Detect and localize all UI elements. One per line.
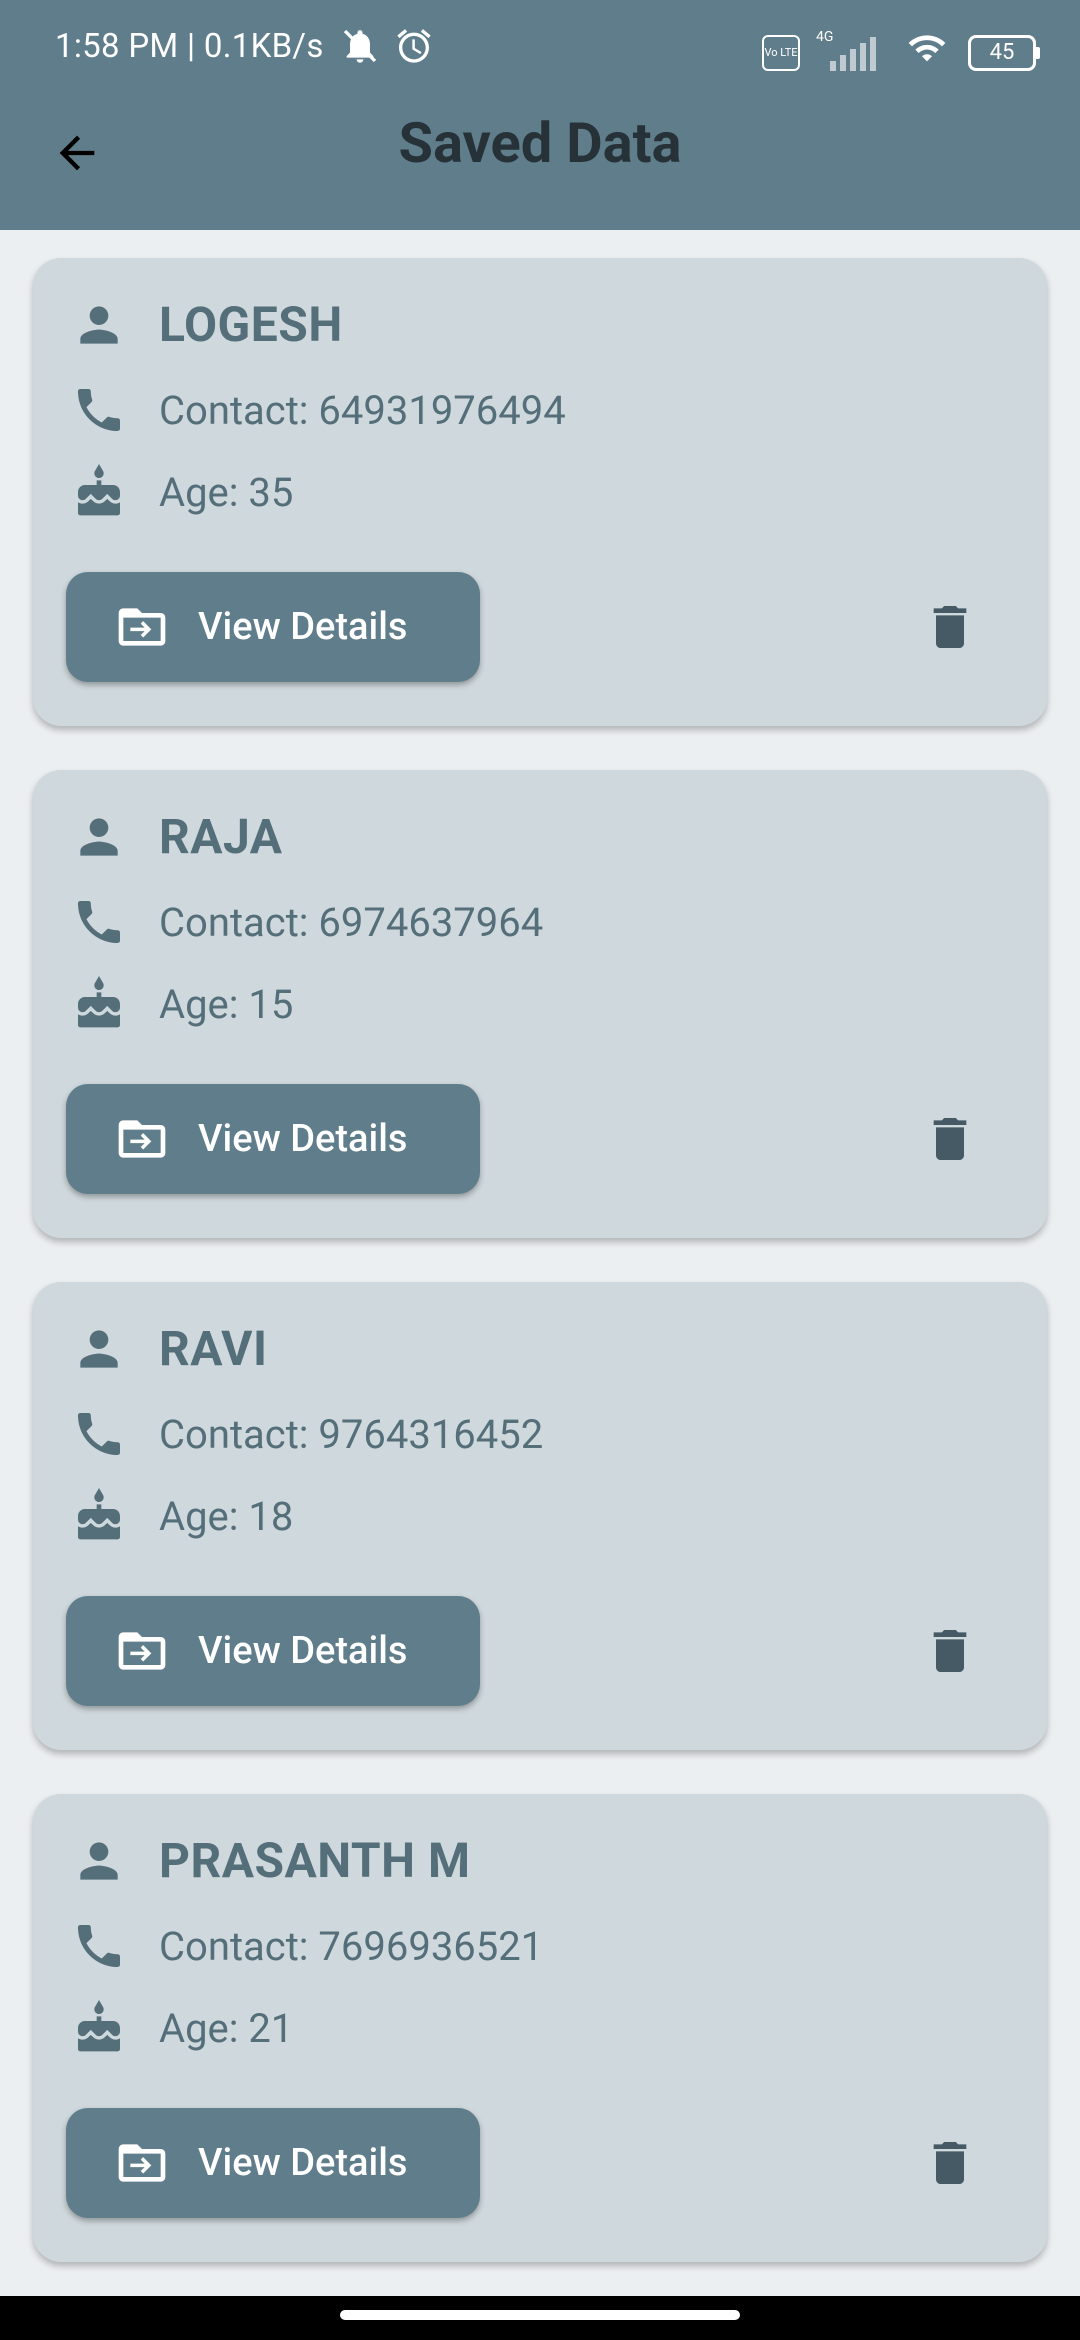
phone-icon [71,1406,127,1462]
delete-button[interactable] [915,2128,985,2198]
record-contact: Contact: 7696936521 [159,1922,544,1970]
record-age: Age: 15 [159,980,294,1028]
home-indicator[interactable] [340,2310,740,2320]
record-name: PRASANTH M [159,1832,471,1889]
mute-icon [338,26,382,75]
record-card: PRASANTH M Contact: 7696936521 Age: 21 V… [33,1794,1047,2262]
page-title: Saved Data [398,110,682,176]
folder-open-arrow-icon [114,599,170,655]
record-name: RAJA [159,808,283,865]
record-contact: Contact: 64931976494 [159,386,566,434]
record-name: RAVI [159,1320,268,1377]
phone-icon [71,894,127,950]
saved-data-list: LOGESH Contact: 64931976494 Age: 35 View… [33,258,1047,2306]
cake-icon [71,464,127,520]
cake-icon [71,2000,127,2056]
wifi-icon [902,28,952,77]
trash-icon [933,1630,967,1672]
view-details-label: View Details [198,605,408,649]
view-details-label: View Details [198,1629,408,1673]
delete-button[interactable] [915,1104,985,1174]
view-details-label: View Details [198,2141,408,2185]
alarm-icon [394,26,434,75]
trash-icon [933,2142,967,2184]
person-icon [71,809,127,865]
record-card: RAJA Contact: 6974637964 Age: 15 View De… [33,770,1047,1238]
view-details-button[interactable]: View Details [66,572,480,682]
record-card: RAVI Contact: 9764316452 Age: 18 View De… [33,1282,1047,1750]
person-icon [71,297,127,353]
phone-icon [71,382,127,438]
delete-button[interactable] [915,592,985,662]
view-details-button[interactable]: View Details [66,1084,480,1194]
cake-icon [71,1488,127,1544]
volte-icon: Vo LTE [762,34,800,71]
delete-button[interactable] [915,1616,985,1686]
folder-open-arrow-icon [114,1623,170,1679]
status-bar: 1:58 PM | 0.1KB/s Vo LTE 4G 45 [0,0,1080,96]
person-icon [71,1833,127,1889]
gesture-bar [0,2296,1080,2340]
signal-icon: 4G [816,29,886,73]
trash-icon [933,1118,967,1160]
record-name: LOGESH [159,296,343,353]
record-contact: Contact: 9764316452 [159,1410,544,1458]
folder-open-arrow-icon [114,1111,170,1167]
phone-icon [71,1918,127,1974]
person-icon [71,1321,127,1377]
folder-open-arrow-icon [114,2135,170,2191]
record-card: LOGESH Contact: 64931976494 Age: 35 View… [33,258,1047,726]
cake-icon [71,976,127,1032]
status-time: 1:58 PM | 0.1KB/s [55,27,324,66]
record-contact: Contact: 6974637964 [159,898,544,946]
view-details-button[interactable]: View Details [66,2108,480,2218]
record-age: Age: 18 [159,1492,294,1540]
record-age: Age: 35 [159,468,294,516]
app-bar: 1:58 PM | 0.1KB/s Vo LTE 4G 45 Saved Dat… [0,0,1080,230]
view-details-button[interactable]: View Details [66,1596,480,1706]
status-icons: Vo LTE 4G 45 [762,28,1040,77]
trash-icon [933,606,967,648]
view-details-label: View Details [198,1117,408,1161]
battery-icon: 45 [968,34,1040,71]
record-age: Age: 21 [159,2004,294,2052]
